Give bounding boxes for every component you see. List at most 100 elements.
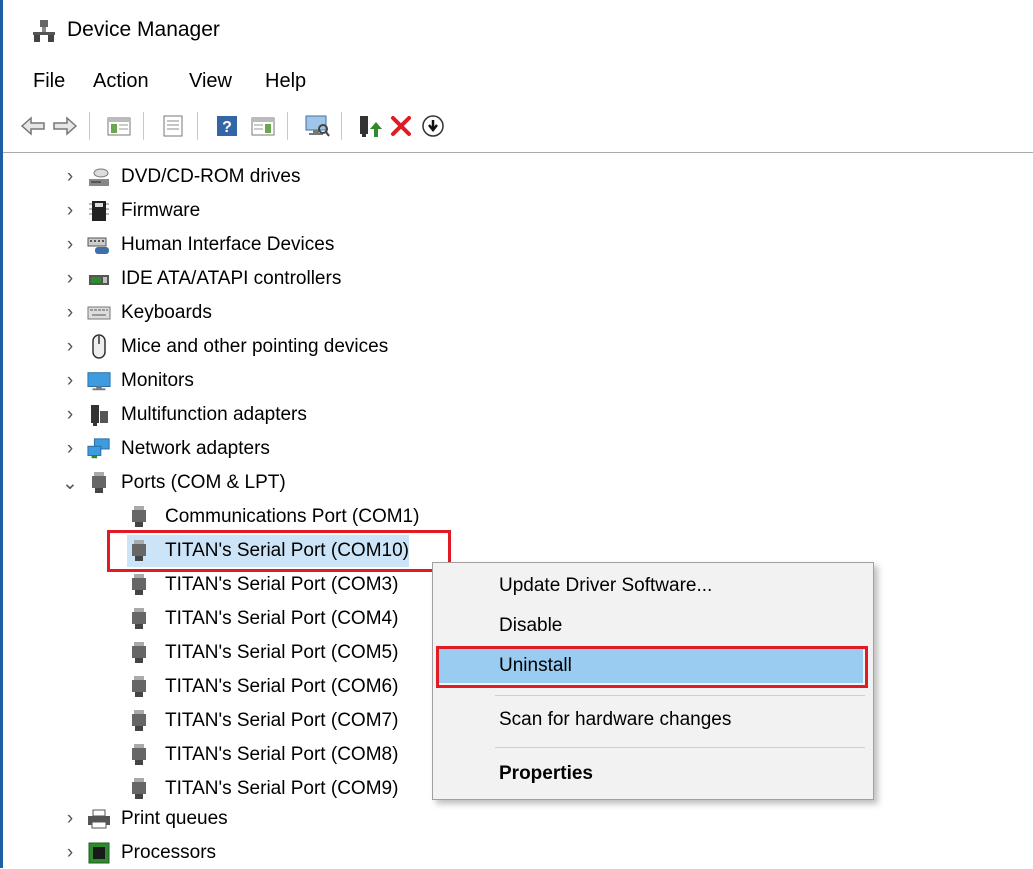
- hid-device-icon: [87, 233, 111, 257]
- menu-item-scan-hardware[interactable]: Scan for hardware changes: [439, 703, 863, 737]
- tree-item-label: Mice and other pointing devices: [121, 336, 389, 357]
- toolbar-separator: [287, 112, 288, 140]
- chevron-right-icon[interactable]: ›: [59, 268, 81, 290]
- chevron-down-icon[interactable]: ⌄: [59, 472, 81, 494]
- tree-item-label: DVD/CD-ROM drives: [121, 166, 301, 187]
- toolbar: ?: [3, 104, 1033, 148]
- show-hide-console-tree-icon[interactable]: [103, 110, 135, 142]
- keyboard-icon: [87, 301, 111, 325]
- port-item[interactable]: TITAN's Serial Port (COM9): [127, 773, 398, 805]
- toolbar-separator: [341, 112, 342, 140]
- tree-item-network-adapters[interactable]: › Network adapters: [59, 433, 270, 465]
- window-title: Device Manager: [67, 18, 220, 41]
- tree-item-dvd-cd-rom-drives[interactable]: › DVD/CD-ROM drives: [59, 161, 301, 193]
- port-icon: [87, 471, 111, 495]
- port-item-label: TITAN's Serial Port (COM7): [165, 710, 399, 731]
- chevron-right-icon[interactable]: ›: [59, 336, 81, 358]
- port-item-label: TITAN's Serial Port (COM4): [165, 608, 399, 629]
- port-item[interactable]: TITAN's Serial Port (COM4): [127, 603, 398, 635]
- port-icon: [127, 709, 151, 733]
- chevron-right-icon[interactable]: ›: [59, 370, 81, 392]
- toolbar-separator: [89, 112, 90, 140]
- help-icon[interactable]: ?: [211, 110, 243, 142]
- menu-item-properties[interactable]: Properties: [439, 757, 863, 791]
- firmware-chip-icon: [87, 199, 111, 223]
- back-icon[interactable]: [17, 110, 49, 142]
- menu-action[interactable]: Action: [89, 68, 153, 95]
- printer-icon: [87, 807, 111, 831]
- tree-item-processors[interactable]: › Processors: [59, 837, 216, 869]
- menu-file[interactable]: File: [29, 68, 69, 95]
- device-manager-icon: [31, 18, 57, 44]
- chevron-right-icon[interactable]: ›: [59, 166, 81, 188]
- menu-help[interactable]: Help: [261, 68, 310, 95]
- menu-separator: [495, 747, 865, 748]
- menu-bar: File Action View Help: [3, 64, 1033, 98]
- tree-item-monitors[interactable]: › Monitors: [59, 365, 194, 397]
- tree-item-label: Print queues: [121, 808, 228, 829]
- multifunction-adapter-icon: [87, 403, 111, 427]
- port-item-label: TITAN's Serial Port (COM9): [165, 778, 399, 799]
- chevron-right-icon[interactable]: ›: [59, 438, 81, 460]
- dvd-drive-icon: [87, 165, 111, 189]
- port-icon: [127, 743, 151, 767]
- tree-item-human-interface-devices[interactable]: › Human Interface Devices: [59, 229, 335, 261]
- tree-item-label: Monitors: [121, 370, 194, 391]
- port-item[interactable]: TITAN's Serial Port (COM7): [127, 705, 398, 737]
- tree-item-label: Keyboards: [121, 302, 212, 323]
- toolbar-separator: [197, 112, 198, 140]
- port-item-label: TITAN's Serial Port (COM5): [165, 642, 399, 663]
- port-item[interactable]: TITAN's Serial Port (COM6): [127, 671, 398, 703]
- port-icon: [127, 505, 151, 529]
- port-item[interactable]: TITAN's Serial Port (COM8): [127, 739, 398, 771]
- tree-item-firmware[interactable]: › Firmware: [59, 195, 200, 227]
- tree-item-label: Firmware: [121, 200, 201, 221]
- port-item-label: TITAN's Serial Port (COM8): [165, 744, 399, 765]
- menu-item-update-driver[interactable]: Update Driver Software...: [439, 569, 863, 603]
- menu-item-label: Update Driver Software...: [499, 575, 713, 596]
- forward-icon[interactable]: [49, 110, 81, 142]
- update-driver-icon[interactable]: [353, 110, 385, 142]
- tree-item-ports[interactable]: ⌄ Ports (COM & LPT): [59, 467, 286, 499]
- tree-item-label: Ports (COM & LPT): [121, 472, 286, 493]
- chevron-right-icon[interactable]: ›: [59, 234, 81, 256]
- processor-icon: [87, 841, 111, 865]
- tree-item-label: Human Interface Devices: [121, 234, 335, 255]
- port-item[interactable]: TITAN's Serial Port (COM5): [127, 637, 398, 669]
- tree-item-mice[interactable]: › Mice and other pointing devices: [59, 331, 388, 363]
- port-icon: [127, 641, 151, 665]
- selection-highlight-box: [107, 530, 451, 572]
- port-icon: [127, 573, 151, 597]
- port-item-label: Communications Port (COM1): [165, 506, 420, 527]
- scan-hardware-icon[interactable]: [301, 110, 333, 142]
- uninstall-icon[interactable]: [385, 110, 417, 142]
- ide-controller-icon: [87, 267, 111, 291]
- properties-icon[interactable]: [157, 110, 189, 142]
- chevron-right-icon[interactable]: ›: [59, 404, 81, 426]
- tree-item-ide-ata-atapi-controllers[interactable]: › IDE ATA/ATAPI controllers: [59, 263, 342, 295]
- menu-separator: [495, 695, 865, 696]
- chevron-right-icon[interactable]: ›: [59, 842, 81, 864]
- chevron-right-icon[interactable]: ›: [59, 200, 81, 222]
- menu-item-disable[interactable]: Disable: [439, 609, 863, 643]
- tree-item-label: IDE ATA/ATAPI controllers: [121, 268, 342, 289]
- download-icon[interactable]: [417, 110, 449, 142]
- menu-item-label: Scan for hardware changes: [499, 709, 732, 730]
- port-icon: [127, 675, 151, 699]
- monitor-icon: [87, 369, 111, 393]
- chevron-right-icon[interactable]: ›: [59, 302, 81, 324]
- tree-item-multifunction-adapters[interactable]: › Multifunction adapters: [59, 399, 307, 431]
- tree-item-keyboards[interactable]: › Keyboards: [59, 297, 212, 329]
- chevron-right-icon[interactable]: ›: [59, 808, 81, 830]
- port-item[interactable]: TITAN's Serial Port (COM3): [127, 569, 398, 601]
- tree-item-label: Network adapters: [121, 438, 270, 459]
- menu-item-label: Properties: [499, 763, 593, 784]
- tree-item-print-queues[interactable]: › Print queues: [59, 803, 228, 835]
- port-item-label: TITAN's Serial Port (COM3): [165, 574, 399, 595]
- menu-view[interactable]: View: [185, 68, 236, 95]
- action-pane-icon[interactable]: [247, 110, 279, 142]
- port-item[interactable]: Communications Port (COM1): [127, 501, 419, 533]
- tree-item-label: Multifunction adapters: [121, 404, 307, 425]
- mouse-icon: [87, 334, 111, 359]
- context-menu: Update Driver Software... Disable Uninst…: [432, 562, 874, 800]
